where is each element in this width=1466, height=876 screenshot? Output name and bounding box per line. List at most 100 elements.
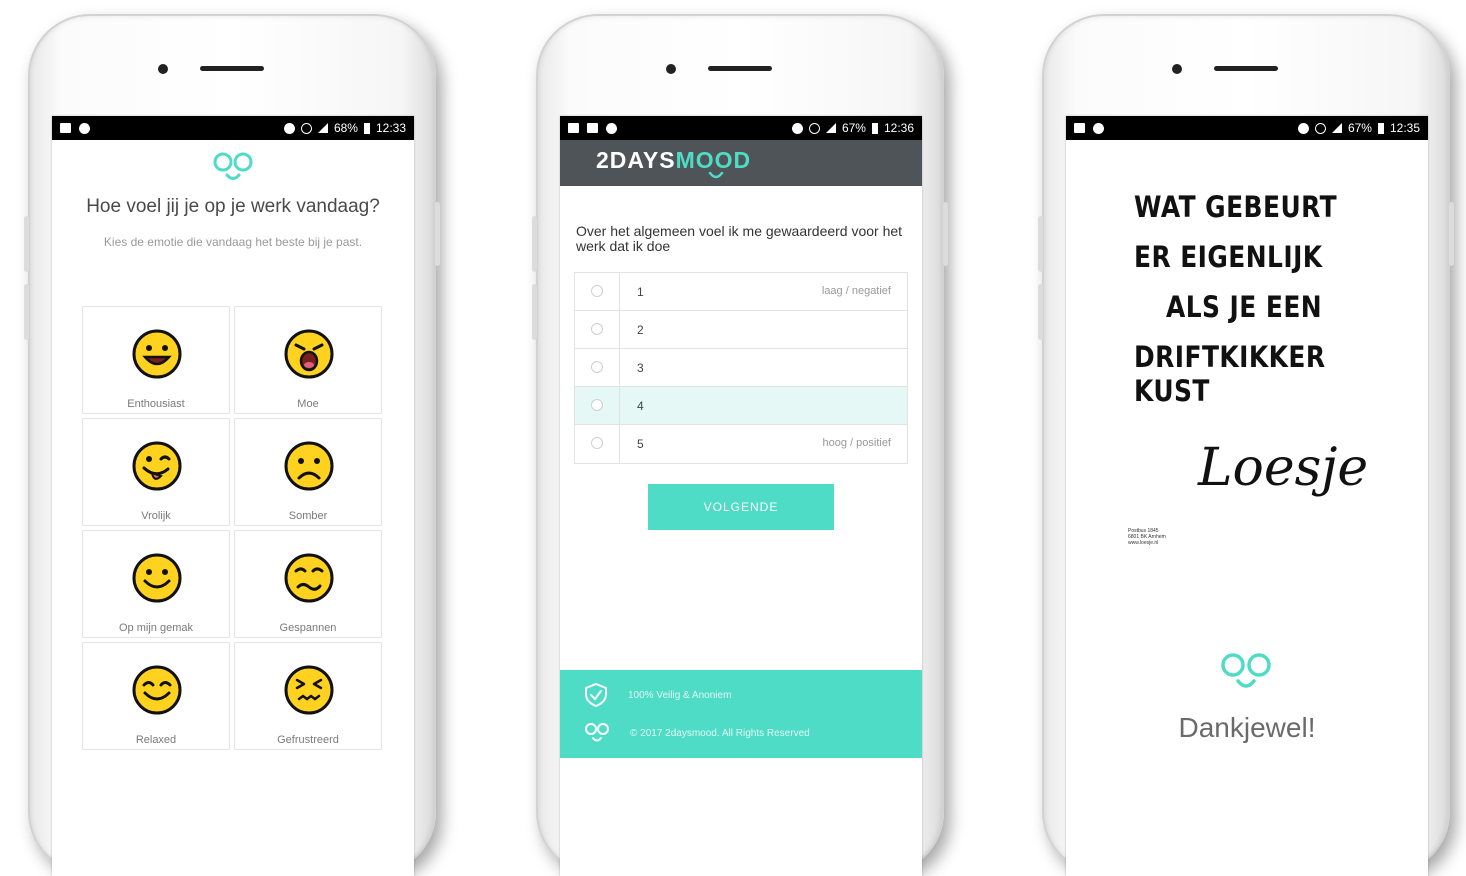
poster-line-3: ALS JE EEN	[1166, 290, 1323, 324]
battery-icon	[871, 122, 878, 134]
option-number: 3	[637, 361, 644, 375]
answer-option-3[interactable]: 3	[575, 349, 907, 387]
earpiece-speaker	[1214, 66, 1278, 71]
front-camera	[158, 64, 168, 74]
footer-security-text: 100% Veilig & Anoniem	[628, 689, 732, 701]
app-notification-icon	[1093, 122, 1104, 134]
radio-button[interactable]	[591, 361, 603, 373]
answer-option-1[interactable]: 1 laag / negatief	[575, 273, 907, 311]
eyes-smile-logo-icon	[585, 723, 609, 742]
option-hint: laag / negatief	[821, 285, 891, 297]
radio-button[interactable]	[591, 437, 603, 449]
poster-line-4: DRIFTKIKKER KUST	[1134, 340, 1326, 408]
page-subtitle: Kies de emotie die vandaag het beste bij…	[103, 235, 363, 249]
power-button	[1449, 202, 1454, 266]
answer-option-list: 1 laag / negatief 2 3 4 5 hoog / positie…	[574, 272, 908, 464]
mood-option-moe[interactable]: Moe	[234, 306, 382, 414]
volume-up-button	[532, 216, 537, 272]
loesje-signature: Loesje	[1198, 438, 1369, 498]
poster-line-1: WAT GEBEURT	[1134, 190, 1338, 224]
status-time: 12:33	[375, 121, 406, 135]
option-hint: hoog / positief	[822, 437, 892, 449]
smile-icon	[708, 172, 724, 179]
mood-label: Vrolijk	[141, 510, 171, 522]
front-camera	[1172, 64, 1182, 74]
radio-button[interactable]	[591, 285, 603, 297]
screen-question: 67% 12:36 2DAYSMOOD Over het algemeen vo…	[560, 116, 922, 876]
status-bar: 67% 12:36	[560, 116, 922, 140]
mood-option-gespannen[interactable]: Gespannen	[234, 530, 382, 638]
mood-label: Op mijn gemak	[119, 622, 193, 634]
battery-icon	[363, 122, 370, 134]
frustrated-face-icon	[284, 665, 334, 715]
signal-icon	[1331, 123, 1342, 133]
power-button	[943, 202, 948, 266]
answer-option-5[interactable]: 5 hoog / positief	[575, 425, 907, 463]
sad-face-icon	[284, 441, 334, 491]
mood-label: Enthousiast	[127, 398, 185, 410]
do-not-disturb-icon	[1297, 122, 1309, 134]
status-bar: 67% 12:35	[1066, 116, 1428, 140]
status-bar: 68% 12:33	[52, 116, 414, 140]
app-header: 2DAYSMOOD	[560, 140, 922, 186]
mood-option-op-mijn-gemak[interactable]: Op mijn gemak	[82, 530, 230, 638]
page-title: Hoe voel jij je op je werk vandaag?	[86, 196, 380, 217]
option-number: 4	[637, 399, 644, 413]
brand-logo-part1: 2DAYS	[596, 147, 676, 173]
alarm-icon	[300, 122, 312, 134]
front-camera	[666, 64, 676, 74]
mood-option-somber[interactable]: Somber	[234, 418, 382, 526]
shield-check-icon	[585, 682, 607, 708]
alarm-icon	[808, 122, 820, 134]
gallery-notification-icon	[60, 123, 71, 133]
grin-face-icon	[132, 329, 182, 379]
signal-icon	[825, 123, 836, 133]
answer-option-2[interactable]: 2	[575, 311, 907, 349]
do-not-disturb-icon	[283, 122, 295, 134]
mood-option-vrolijk[interactable]: Vrolijk	[82, 418, 230, 526]
row-divider	[619, 273, 620, 310]
option-number: 1	[637, 285, 644, 299]
option-number: 2	[637, 323, 644, 337]
mood-option-gefrustreerd[interactable]: Gefrustreerd	[234, 642, 382, 750]
mood-label: Moe	[297, 398, 319, 410]
question-text: Over het algemeen voel ik me gewaardeerd…	[576, 223, 903, 254]
alarm-icon	[1314, 122, 1326, 134]
footer-copyright-text: © 2017 2daysmood. All Rights Reserved	[630, 727, 810, 739]
row-divider	[619, 349, 620, 386]
mood-label: Relaxed	[135, 734, 177, 746]
battery-percent: 67%	[1347, 121, 1372, 135]
phone-frame-question: 67% 12:36 2DAYSMOOD Over het algemeen vo…	[532, 14, 948, 876]
tongue-face-icon	[132, 441, 182, 491]
mood-option-relaxed[interactable]: Relaxed	[82, 642, 230, 750]
radio-button[interactable]	[591, 323, 603, 335]
mood-option-enthousiast[interactable]: Enthousiast	[82, 306, 230, 414]
worried-face-icon	[284, 553, 334, 603]
gallery-notification-icon	[1074, 123, 1085, 133]
poster-address: Postbus 1845 6801 BK Arnhem www.loesje.n…	[1128, 528, 1166, 546]
power-button	[435, 202, 440, 266]
app-notification-icon	[79, 122, 90, 134]
answer-option-4[interactable]: 4	[575, 387, 907, 425]
battery-percent: 67%	[841, 121, 866, 135]
mail-notification-icon	[568, 123, 579, 133]
battery-icon	[1377, 122, 1384, 134]
row-divider	[619, 425, 620, 463]
row-divider	[619, 311, 620, 348]
brand-logo-part2: MOOD	[675, 147, 752, 173]
screen-mood-select: 68% 12:33 Hoe voel jij je op je werk van…	[52, 116, 414, 876]
eyes-smile-logo-icon	[213, 152, 253, 180]
phone-frame-mood-select: 68% 12:33 Hoe voel jij je op je werk van…	[24, 14, 440, 876]
mood-label: Gespannen	[279, 622, 337, 634]
volume-down-button	[1038, 284, 1043, 340]
volume-up-button	[24, 216, 29, 272]
radio-button[interactable]	[591, 399, 603, 411]
screen-thanks: 67% 12:35 WAT GEBEURT ER EIGENLIJK ALS J…	[1066, 116, 1428, 876]
earpiece-speaker	[708, 66, 772, 71]
address-line: www.loesje.nl	[1128, 540, 1159, 546]
relaxed-face-icon	[132, 665, 182, 715]
status-time: 12:36	[883, 121, 914, 135]
next-button[interactable]: VOLGENDE	[648, 484, 834, 530]
volume-down-button	[532, 284, 537, 340]
signal-icon	[317, 123, 328, 133]
